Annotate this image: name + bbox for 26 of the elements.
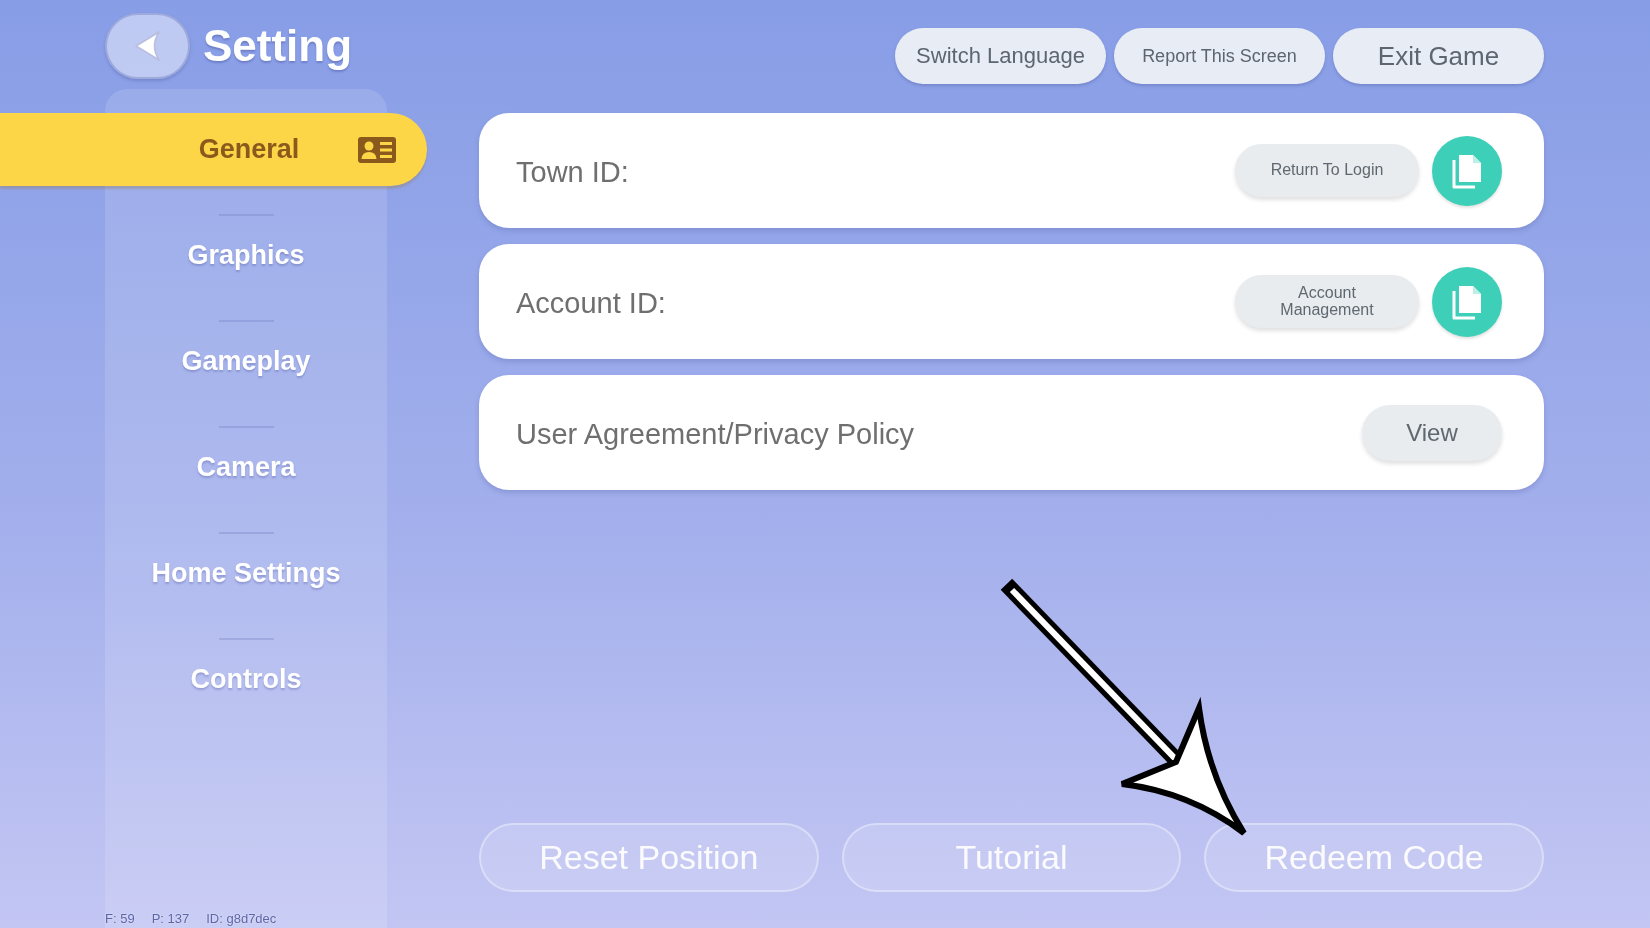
sidebar-item[interactable]: Home Settings xyxy=(105,537,387,610)
card-label: User Agreement/Privacy Policy xyxy=(516,417,916,451)
sidebar-item[interactable]: Camera xyxy=(105,431,387,504)
back-button[interactable] xyxy=(105,13,190,79)
top-button[interactable]: Exit Game xyxy=(1333,28,1544,84)
sidebar-item[interactable]: Graphics xyxy=(105,219,387,292)
action-button[interactable]: Account Management xyxy=(1235,275,1419,328)
card-label: Town ID: xyxy=(516,155,630,189)
copy-icon xyxy=(1452,283,1482,320)
debug-text: F: 59 xyxy=(105,911,135,926)
action-button[interactable]: Return To Login xyxy=(1235,144,1419,197)
page-title: Setting xyxy=(203,21,353,71)
sidebar-item[interactable]: Gameplay xyxy=(105,325,387,398)
card-label: Account ID: xyxy=(516,286,667,320)
view-button[interactable]: View xyxy=(1362,404,1502,461)
id-card-icon xyxy=(358,136,396,163)
debug-text: P: 137 xyxy=(151,911,190,926)
copy-button[interactable] xyxy=(1432,266,1502,337)
copy-button[interactable] xyxy=(1432,135,1502,206)
sidebar-item[interactable]: Controls xyxy=(105,643,387,716)
top-button[interactable]: Switch Language xyxy=(895,28,1106,84)
sidebar-item[interactable]: General xyxy=(0,113,427,186)
top-button[interactable]: Report This Screen xyxy=(1114,28,1325,84)
debug-text: ID: g8d7dec xyxy=(206,911,277,926)
back-arrow-icon xyxy=(134,31,161,61)
copy-icon xyxy=(1452,152,1482,189)
